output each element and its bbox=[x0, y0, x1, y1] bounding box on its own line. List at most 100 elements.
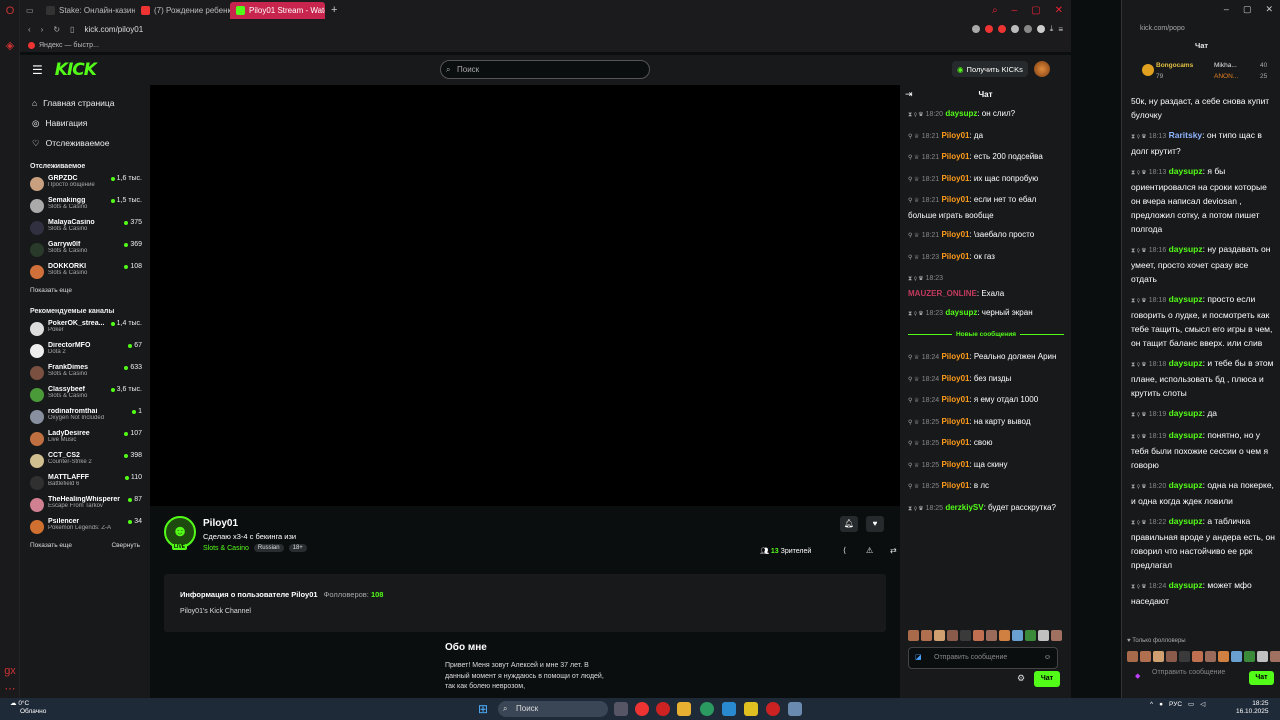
stream-category[interactable]: Slots & Casino bbox=[203, 545, 249, 552]
emote-icon[interactable] bbox=[908, 630, 919, 641]
tag-age[interactable]: 18+ bbox=[288, 544, 307, 552]
search-tabs-icon[interactable]: ⌕ bbox=[992, 5, 998, 16]
chat-identity-icon[interactable]: ◪ bbox=[915, 648, 922, 668]
emote-icon[interactable] bbox=[934, 630, 945, 641]
tab-menu-icon[interactable]: ▭ bbox=[26, 6, 40, 15]
sidebar-channel[interactable]: Semakingg Slots & Casino 1,5 тыс. bbox=[20, 195, 150, 217]
emote-icon[interactable] bbox=[1244, 651, 1255, 662]
forward-icon[interactable]: › bbox=[41, 25, 44, 34]
windows-start-icon[interactable]: ⊞ bbox=[478, 702, 492, 716]
chat-identity-icon[interactable]: ◆ bbox=[1135, 672, 1140, 682]
notification-bell-button[interactable]: 🔔︎ bbox=[840, 516, 858, 532]
yandex-browser-icon[interactable] bbox=[635, 702, 649, 716]
emote-icon[interactable] bbox=[1166, 651, 1177, 662]
collapse-chat-icon[interactable]: ⇥ bbox=[905, 89, 913, 100]
close-button[interactable]: ✕ bbox=[1055, 5, 1063, 16]
download-icon[interactable]: ⤓ bbox=[1050, 24, 1054, 34]
task-view-icon[interactable] bbox=[614, 702, 628, 716]
opera-icon[interactable]: O bbox=[4, 5, 16, 17]
sidebar-channel[interactable]: DirectorMFO Dota 2 67 bbox=[20, 340, 150, 362]
search-input[interactable]: ⌕ Поиск bbox=[440, 60, 650, 79]
adblock-icon[interactable] bbox=[984, 25, 993, 33]
opera-taskbar-icon[interactable] bbox=[656, 702, 670, 716]
show-more-recommended[interactable]: Показать еще bbox=[30, 542, 72, 549]
sidebar-channel[interactable]: TheHealingWhisperer Escape From Tarkov 87 bbox=[20, 494, 150, 516]
sidebar-nav-1[interactable]: ◎ Навигация bbox=[20, 113, 150, 133]
emote-icon[interactable] bbox=[1012, 630, 1023, 641]
tab-kick[interactable]: Piloy01 Stream - Watc bbox=[230, 1, 325, 19]
weather-widget[interactable]: ☁ 0°C Облачно bbox=[10, 700, 46, 716]
extension-icon[interactable] bbox=[971, 25, 980, 33]
follow-button[interactable]: ♥ bbox=[866, 516, 884, 532]
chat-input[interactable]: ◪ Отправить сообщение ☺ bbox=[908, 647, 1058, 669]
bookmark-icon[interactable]: ◈ bbox=[4, 40, 16, 52]
notepad-icon[interactable] bbox=[788, 702, 802, 716]
emote-icon[interactable] bbox=[960, 630, 971, 641]
sidebar-toggle-icon[interactable]: ▯ bbox=[70, 25, 74, 34]
collapse-button[interactable]: Свернуть bbox=[111, 542, 140, 549]
chat-messages[interactable]: ⧗ ⚲ ♕ 18:20 daysupz: он слил? ⚲ ♕ 18:21 … bbox=[908, 107, 1064, 522]
reload-icon[interactable]: ↻ bbox=[53, 25, 60, 34]
sidebar-channel[interactable]: rodinafromthai Oxygen Not Included 1 bbox=[20, 406, 150, 428]
sidebar-channel[interactable]: PokerOK_strea... Poker 1,4 тыс. bbox=[20, 318, 150, 340]
emote-icon[interactable] bbox=[1270, 651, 1280, 662]
sidebar-channel[interactable]: MATTLAFFF Battlefield 6 110 bbox=[20, 472, 150, 494]
extension-icon[interactable] bbox=[1010, 25, 1019, 33]
taskbar-search[interactable]: ⌕ Поиск bbox=[498, 701, 608, 717]
emote-icon[interactable] bbox=[1218, 651, 1229, 662]
network-icon[interactable]: ▭ bbox=[1188, 700, 1194, 708]
sidebar-channel[interactable]: CCT_CS2 Counter-Strike 2 398 bbox=[20, 450, 150, 472]
chat-settings-icon[interactable]: ⚙ bbox=[1017, 673, 1025, 684]
emote-icon[interactable] bbox=[1231, 651, 1242, 662]
emote-icon[interactable] bbox=[921, 630, 932, 641]
emoji-icon[interactable]: ☺ bbox=[1044, 648, 1051, 668]
sidebar-channel[interactable]: Classybeef Slots & Casino 3,6 тыс. bbox=[20, 384, 150, 406]
emote-icon[interactable] bbox=[1025, 630, 1036, 641]
camera-icon[interactable] bbox=[1036, 25, 1045, 33]
tag-language[interactable]: Russian bbox=[253, 544, 284, 552]
emote-icon[interactable] bbox=[1179, 651, 1190, 662]
mic-icon[interactable]: ● bbox=[1159, 701, 1163, 708]
chat-send-button[interactable]: Чат bbox=[1034, 671, 1060, 687]
emote-icon[interactable] bbox=[947, 630, 958, 641]
emote-icon[interactable] bbox=[1051, 630, 1062, 641]
emote-icon[interactable] bbox=[1127, 651, 1138, 662]
sidebar-channel[interactable]: LadyDesiree Live Music 107 bbox=[20, 428, 150, 450]
gx-icon[interactable]: gx bbox=[4, 665, 16, 677]
show-more-following[interactable]: Показать еще bbox=[20, 283, 150, 298]
video-player[interactable] bbox=[150, 85, 900, 506]
opera-gx-icon[interactable] bbox=[766, 702, 780, 716]
more-icon[interactable]: ⋯ bbox=[4, 683, 16, 695]
sidebar-channel[interactable]: Psilencer Pokemon Legends: Z-A 34 bbox=[20, 516, 150, 538]
sidebar-nav-2[interactable]: ♡ Отслеживаемое bbox=[20, 133, 150, 153]
emote-icon[interactable] bbox=[1140, 651, 1151, 662]
emote-icon[interactable] bbox=[986, 630, 997, 641]
clip-icon[interactable]: ⇄ bbox=[890, 546, 897, 555]
emote-icon[interactable] bbox=[1257, 651, 1268, 662]
maximize-button[interactable]: ▢ bbox=[1031, 5, 1040, 16]
emote-icon[interactable] bbox=[973, 630, 984, 641]
back-icon[interactable]: ‹ bbox=[28, 25, 31, 34]
share-icon[interactable]: ⟨ bbox=[843, 546, 846, 555]
tab-stake[interactable]: Stake: Онлайн-казино и bbox=[40, 2, 135, 19]
minimize-button[interactable]: – bbox=[1012, 5, 1018, 16]
app-active-icon[interactable] bbox=[744, 702, 758, 716]
extension-icon[interactable] bbox=[997, 25, 1006, 33]
sidebar-channel[interactable]: MalayaCasino Slots & Casino 375 bbox=[20, 217, 150, 239]
extension-icon[interactable] bbox=[1023, 25, 1032, 33]
telegram-icon[interactable] bbox=[722, 702, 736, 716]
clock[interactable]: 18:25 16.10.2025 bbox=[1236, 700, 1269, 716]
get-kicks-button[interactable]: ◉ Получить KICKs bbox=[952, 61, 1028, 77]
popout-send-button[interactable]: Чат bbox=[1249, 671, 1274, 685]
app-icon[interactable] bbox=[700, 702, 714, 716]
new-tab-button[interactable]: + bbox=[331, 4, 337, 16]
emote-icon[interactable] bbox=[1038, 630, 1049, 641]
tab-youtube[interactable]: (7) Рождение ребенка о bbox=[135, 2, 230, 19]
emote-icon[interactable] bbox=[1192, 651, 1203, 662]
sidebar-channel[interactable]: FrankDimes Slots & Casino 633 bbox=[20, 362, 150, 384]
volume-icon[interactable]: ◁ bbox=[1200, 700, 1205, 708]
emote-icon[interactable] bbox=[1205, 651, 1216, 662]
emote-icon[interactable] bbox=[1153, 651, 1164, 662]
menu-icon[interactable]: ≡ bbox=[1058, 25, 1063, 34]
kick-logo[interactable]: KICK bbox=[55, 60, 97, 80]
